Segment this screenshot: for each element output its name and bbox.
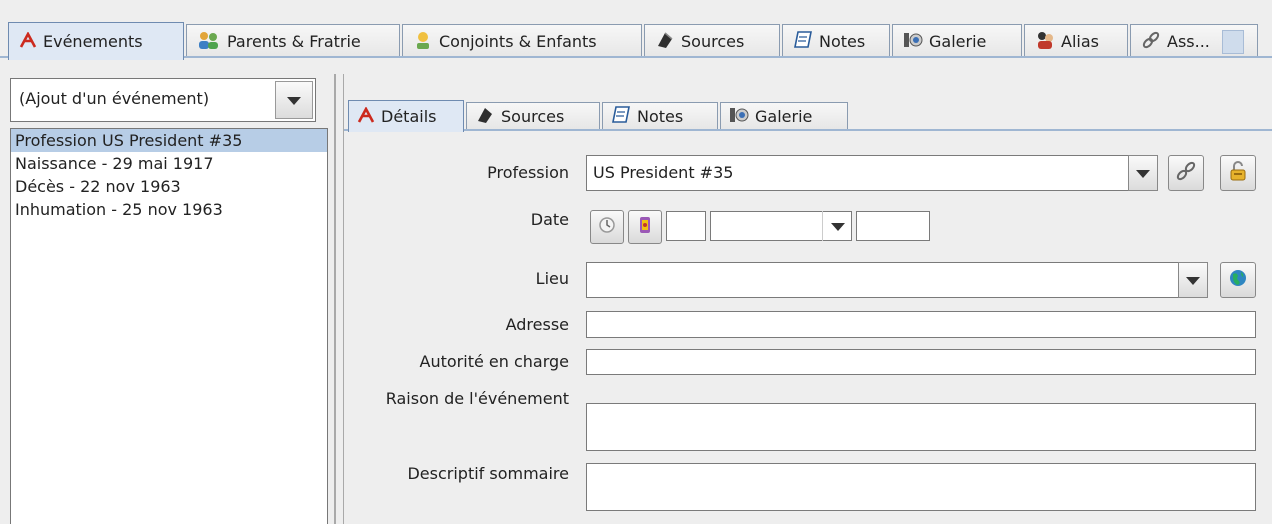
list-item[interactable]: Profession US President #35 bbox=[11, 129, 327, 152]
gallery-icon bbox=[903, 31, 923, 53]
profession-dropdown-button[interactable] bbox=[1128, 155, 1158, 191]
spouse-icon bbox=[413, 30, 433, 54]
tab-label: Evénements bbox=[43, 32, 143, 51]
source-icon bbox=[655, 30, 675, 54]
note-icon bbox=[793, 30, 813, 54]
cause-label: Raison de l'événement bbox=[385, 389, 569, 408]
tab-label: Galerie bbox=[929, 32, 987, 51]
authority-field[interactable] bbox=[586, 349, 1256, 375]
panel-border bbox=[343, 74, 344, 524]
split-pane-divider[interactable] bbox=[334, 74, 336, 524]
subtab-label: Sources bbox=[501, 107, 565, 126]
tab-evenements[interactable]: Evénements bbox=[8, 22, 184, 60]
tab-label: Alias bbox=[1061, 32, 1099, 51]
tab-label: Sources bbox=[681, 32, 745, 51]
event-icon bbox=[19, 30, 37, 52]
description-label: Descriptif sommaire bbox=[407, 464, 569, 483]
date-day-field[interactable] bbox=[666, 211, 706, 241]
subtab-galerie[interactable]: Galerie bbox=[720, 102, 848, 130]
tab-label: Ass... bbox=[1167, 32, 1210, 51]
add-event-combo-value: (Ajout d'un événement) bbox=[19, 89, 210, 108]
list-item[interactable]: Décès - 22 nov 1963 bbox=[11, 175, 327, 198]
profession-combo[interactable]: US President #35 bbox=[586, 155, 1158, 191]
place-combo[interactable] bbox=[586, 262, 1208, 298]
note-icon bbox=[611, 105, 631, 129]
date-month-dropdown-button[interactable] bbox=[822, 211, 852, 241]
clock-icon bbox=[598, 216, 616, 238]
subtab-label: Détails bbox=[381, 107, 437, 126]
event-list: Profession US President #35 Naissance - … bbox=[10, 128, 328, 524]
profession-value: US President #35 bbox=[593, 163, 734, 182]
chevron-down-icon bbox=[287, 97, 301, 105]
subtab-label: Notes bbox=[637, 107, 684, 126]
family-icon bbox=[197, 30, 221, 54]
place-label: Lieu bbox=[535, 269, 569, 288]
source-icon bbox=[475, 105, 495, 129]
chevron-down-icon bbox=[830, 223, 845, 231]
chevron-down-icon bbox=[1136, 170, 1150, 178]
subtab-notes[interactable]: Notes bbox=[602, 102, 718, 130]
tab-strip-border bbox=[0, 56, 1272, 58]
subtab-label: Galerie bbox=[755, 107, 813, 126]
profession-label: Profession bbox=[487, 163, 569, 182]
cause-field[interactable] bbox=[586, 403, 1256, 451]
subtab-details[interactable]: Détails bbox=[348, 100, 464, 132]
tab-galerie[interactable]: Galerie bbox=[892, 24, 1022, 58]
tab-alias[interactable]: Alias bbox=[1024, 24, 1128, 58]
list-item[interactable]: Naissance - 29 mai 1917 bbox=[11, 152, 327, 175]
tab-sources[interactable]: Sources bbox=[644, 24, 780, 58]
address-label: Adresse bbox=[505, 315, 569, 334]
list-item[interactable]: Inhumation - 25 nov 1963 bbox=[11, 198, 327, 221]
chevron-down-icon bbox=[1186, 277, 1200, 285]
description-field[interactable] bbox=[586, 463, 1256, 511]
tab-scroll-button[interactable] bbox=[1221, 29, 1244, 54]
authority-label: Autorité en charge bbox=[419, 352, 569, 371]
add-event-combo[interactable]: (Ajout d'un événement) bbox=[10, 78, 316, 122]
date-label: Date bbox=[530, 210, 569, 229]
subtab-strip-border bbox=[344, 129, 1272, 131]
calendar-icon bbox=[638, 215, 652, 239]
subtab-sources[interactable]: Sources bbox=[466, 102, 600, 130]
place-dropdown-button[interactable] bbox=[1178, 262, 1208, 298]
share-button[interactable] bbox=[1168, 155, 1204, 191]
link-icon bbox=[1175, 160, 1197, 186]
select-place-button[interactable] bbox=[1220, 262, 1256, 298]
gallery-icon bbox=[729, 106, 749, 128]
event-icon bbox=[357, 105, 375, 127]
date-year-field[interactable] bbox=[856, 211, 930, 241]
tab-label: Parents & Fratrie bbox=[227, 32, 361, 51]
alias-icon bbox=[1035, 30, 1055, 54]
date-quality-button[interactable] bbox=[590, 210, 624, 244]
add-event-dropdown-button[interactable] bbox=[275, 81, 313, 119]
address-field[interactable] bbox=[586, 311, 1256, 338]
calendar-button[interactable] bbox=[628, 210, 662, 244]
tab-label: Notes bbox=[819, 32, 866, 51]
tab-notes[interactable]: Notes bbox=[782, 24, 890, 58]
privacy-button[interactable] bbox=[1220, 155, 1256, 191]
date-month-combo[interactable] bbox=[710, 211, 852, 241]
main-tab-strip: Evénements Parents & Fratrie Conjoints &… bbox=[8, 12, 1258, 60]
unlocked-padlock-icon bbox=[1228, 160, 1248, 186]
tab-label: Conjoints & Enfants bbox=[439, 32, 597, 51]
tab-associations[interactable]: Ass... bbox=[1130, 24, 1258, 58]
tab-conjoints-enfants[interactable]: Conjoints & Enfants bbox=[402, 24, 642, 58]
globe-icon bbox=[1228, 268, 1248, 292]
tab-parents-fratrie[interactable]: Parents & Fratrie bbox=[186, 24, 400, 58]
association-icon bbox=[1141, 30, 1161, 54]
